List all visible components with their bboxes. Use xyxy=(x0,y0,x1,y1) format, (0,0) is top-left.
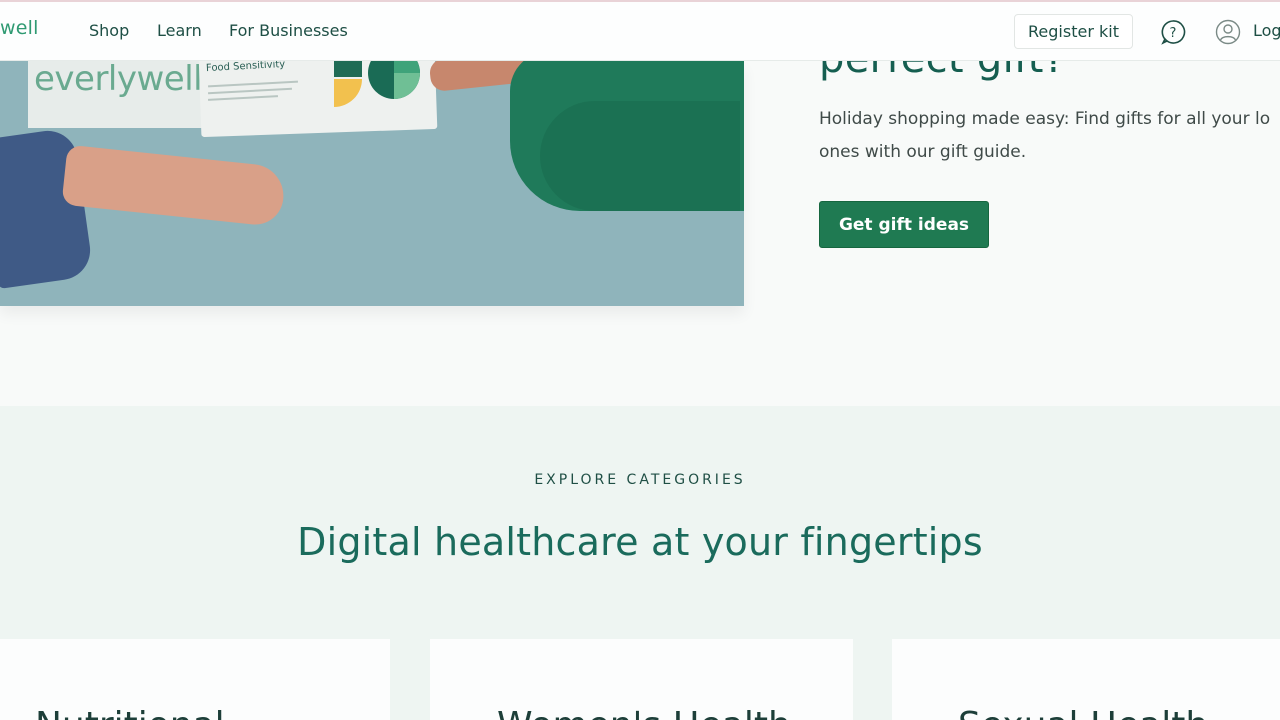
hero-description-line: ones with our gift guide. xyxy=(819,142,1027,162)
everlywell-logo[interactable]: well xyxy=(0,17,39,39)
explore-categories-section: EXPLORE CATEGORIES Digital healthcare at… xyxy=(0,406,1280,720)
pie-graphic-icon xyxy=(334,61,420,107)
receiving-hand xyxy=(61,144,287,228)
category-card-womens-health[interactable]: Women's Health xyxy=(430,639,853,720)
nav-link-shop[interactable]: Shop xyxy=(89,21,129,40)
register-kit-button[interactable]: Register kit xyxy=(1014,14,1133,49)
login-link[interactable]: Log xyxy=(1253,21,1280,40)
category-card-title: Women's Health xyxy=(497,705,791,720)
sweater-shade xyxy=(540,101,740,211)
section-eyebrow: EXPLORE CATEGORIES xyxy=(534,472,746,488)
help-circle-icon[interactable]: ? xyxy=(1160,19,1186,45)
category-card-sexual-health[interactable]: Sexual Health xyxy=(892,639,1280,720)
category-card-title: Sexual Health xyxy=(958,705,1208,720)
nav-link-learn[interactable]: Learn xyxy=(157,21,202,40)
category-card-title: Nutritional xyxy=(35,705,225,720)
hero-description-line: Holiday shopping made easy: Find gifts f… xyxy=(819,109,1271,129)
get-gift-ideas-button[interactable]: Get gift ideas xyxy=(819,201,989,248)
user-account-icon[interactable] xyxy=(1215,19,1241,45)
svg-text:?: ? xyxy=(1170,26,1177,41)
hero-gift-image: everlywell Food Sensitivity xyxy=(0,61,744,306)
product-box-logo: everlywell xyxy=(34,61,203,99)
nav-link-for-businesses[interactable]: For Businesses xyxy=(229,21,348,40)
category-card-nutritional[interactable]: Nutritional xyxy=(0,639,390,720)
hero-description: Holiday shopping made easy: Find gifts f… xyxy=(819,103,1280,173)
top-navigation-bar: well Shop Learn For Businesses Register … xyxy=(0,0,1280,61)
section-title: Digital healthcare at your fingertips xyxy=(297,520,983,564)
